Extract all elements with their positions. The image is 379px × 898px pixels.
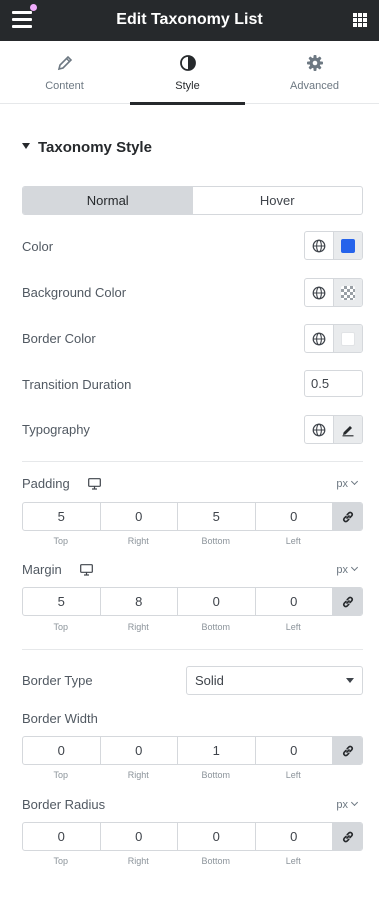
global-colors-button[interactable] <box>305 232 333 259</box>
border-type-select[interactable]: Solid <box>186 666 363 695</box>
border-radius-dimensions: 0 0 0 0 <box>22 822 363 851</box>
padding-top-input[interactable]: 5 <box>23 503 101 530</box>
link-icon <box>342 831 353 842</box>
chevron-down-icon <box>350 563 359 572</box>
margin-right-input[interactable]: 8 <box>101 588 178 615</box>
state-switcher: Normal Hover <box>22 186 363 215</box>
panel-tabs: Content Style Advanced <box>0 41 379 105</box>
padding-label: Padding <box>22 476 70 491</box>
border-width-top-input[interactable]: 0 <box>23 737 101 764</box>
color-label: Color <box>22 239 54 254</box>
chevron-down-icon <box>350 477 359 486</box>
color-picker-button[interactable] <box>333 232 362 259</box>
border-width-bottom-input[interactable]: 1 <box>178 737 256 764</box>
editor-header: Edit Taxonomy List <box>0 0 379 41</box>
color-swatch <box>341 238 356 253</box>
margin-bottom-input[interactable]: 0 <box>178 588 256 615</box>
margin-unit-select[interactable]: px <box>336 563 359 576</box>
link-values-button[interactable] <box>333 823 362 850</box>
border-width-side-labels: Top Right Bottom Left <box>53 770 301 780</box>
border-color-label: Border Color <box>22 331 96 346</box>
padding-right-input[interactable]: 0 <box>101 503 178 530</box>
edit-typography-button[interactable] <box>333 416 362 443</box>
margin-left-input[interactable]: 0 <box>256 588 333 615</box>
border-radius-unit-select[interactable]: px <box>336 798 359 811</box>
border-width-label: Border Width <box>22 711 98 726</box>
background-color-picker-button[interactable] <box>333 279 362 306</box>
link-values-button[interactable] <box>333 588 362 615</box>
padding-side-labels: Top Right Bottom Left <box>53 536 301 546</box>
border-width-dimensions: 0 0 1 0 <box>22 736 363 765</box>
desktop-icon[interactable] <box>88 478 101 490</box>
section-header[interactable]: Taxonomy Style <box>22 139 152 156</box>
global-colors-button[interactable] <box>305 325 333 352</box>
notification-dot <box>30 4 37 11</box>
caret-down-icon <box>22 143 30 149</box>
padding-unit-select[interactable]: px <box>336 477 359 490</box>
margin-top-input[interactable]: 5 <box>23 588 101 615</box>
globe-icon <box>312 286 326 299</box>
transition-duration-input[interactable] <box>304 370 363 397</box>
tab-advanced[interactable]: Advanced <box>257 41 372 104</box>
link-icon <box>342 596 353 607</box>
transition-duration-label: Transition Duration <box>22 377 132 392</box>
margin-label: Margin <box>22 562 62 577</box>
empty-swatch <box>341 331 356 346</box>
divider <box>22 649 363 650</box>
border-width-left-input[interactable]: 0 <box>256 737 333 764</box>
section-title: Taxonomy Style <box>38 139 152 156</box>
background-color-label: Background Color <box>22 285 127 300</box>
color-control <box>304 231 363 260</box>
globe-icon <box>312 332 326 345</box>
border-radius-side-labels: Top Right Bottom Left <box>53 856 301 866</box>
padding-dimensions: 5 0 5 0 <box>22 502 363 531</box>
tab-hover[interactable]: Hover <box>193 187 363 214</box>
margin-side-labels: Top Right Bottom Left <box>53 622 301 632</box>
typography-label: Typography <box>22 422 90 437</box>
link-icon <box>342 745 353 756</box>
global-typography-button[interactable] <box>305 416 333 443</box>
border-color-picker-button[interactable] <box>333 325 362 352</box>
border-width-right-input[interactable]: 0 <box>101 737 178 764</box>
gear-icon <box>306 55 323 71</box>
margin-dimensions: 5 8 0 0 <box>22 587 363 616</box>
globe-icon <box>312 423 326 436</box>
chevron-down-icon <box>350 798 359 807</box>
pencil-icon <box>57 55 72 71</box>
global-colors-button[interactable] <box>305 279 333 306</box>
tab-normal[interactable]: Normal <box>23 187 193 214</box>
border-radius-right-input[interactable]: 0 <box>101 823 178 850</box>
pencil-icon <box>342 425 354 436</box>
link-values-button[interactable] <box>333 503 362 530</box>
widgets-grid-icon[interactable] <box>353 13 367 27</box>
padding-left-input[interactable]: 0 <box>256 503 333 530</box>
panel-title: Edit Taxonomy List <box>116 11 263 28</box>
globe-icon <box>312 239 326 252</box>
divider <box>22 461 363 462</box>
background-color-control <box>304 278 363 307</box>
typography-control <box>304 415 363 444</box>
link-values-button[interactable] <box>333 737 362 764</box>
border-radius-top-input[interactable]: 0 <box>23 823 101 850</box>
border-radius-left-input[interactable]: 0 <box>256 823 333 850</box>
tab-content[interactable]: Content <box>7 41 122 104</box>
border-radius-label: Border Radius <box>22 797 106 812</box>
caret-down-icon <box>346 678 354 683</box>
desktop-icon[interactable] <box>80 564 93 576</box>
padding-bottom-input[interactable]: 5 <box>178 503 256 530</box>
border-color-control <box>304 324 363 353</box>
border-radius-bottom-input[interactable]: 0 <box>178 823 256 850</box>
transparent-swatch-icon <box>341 285 356 300</box>
half-circle-icon <box>179 55 196 71</box>
border-type-label: Border Type <box>22 673 93 688</box>
tab-style[interactable]: Style <box>130 41 245 105</box>
link-icon <box>342 511 353 522</box>
